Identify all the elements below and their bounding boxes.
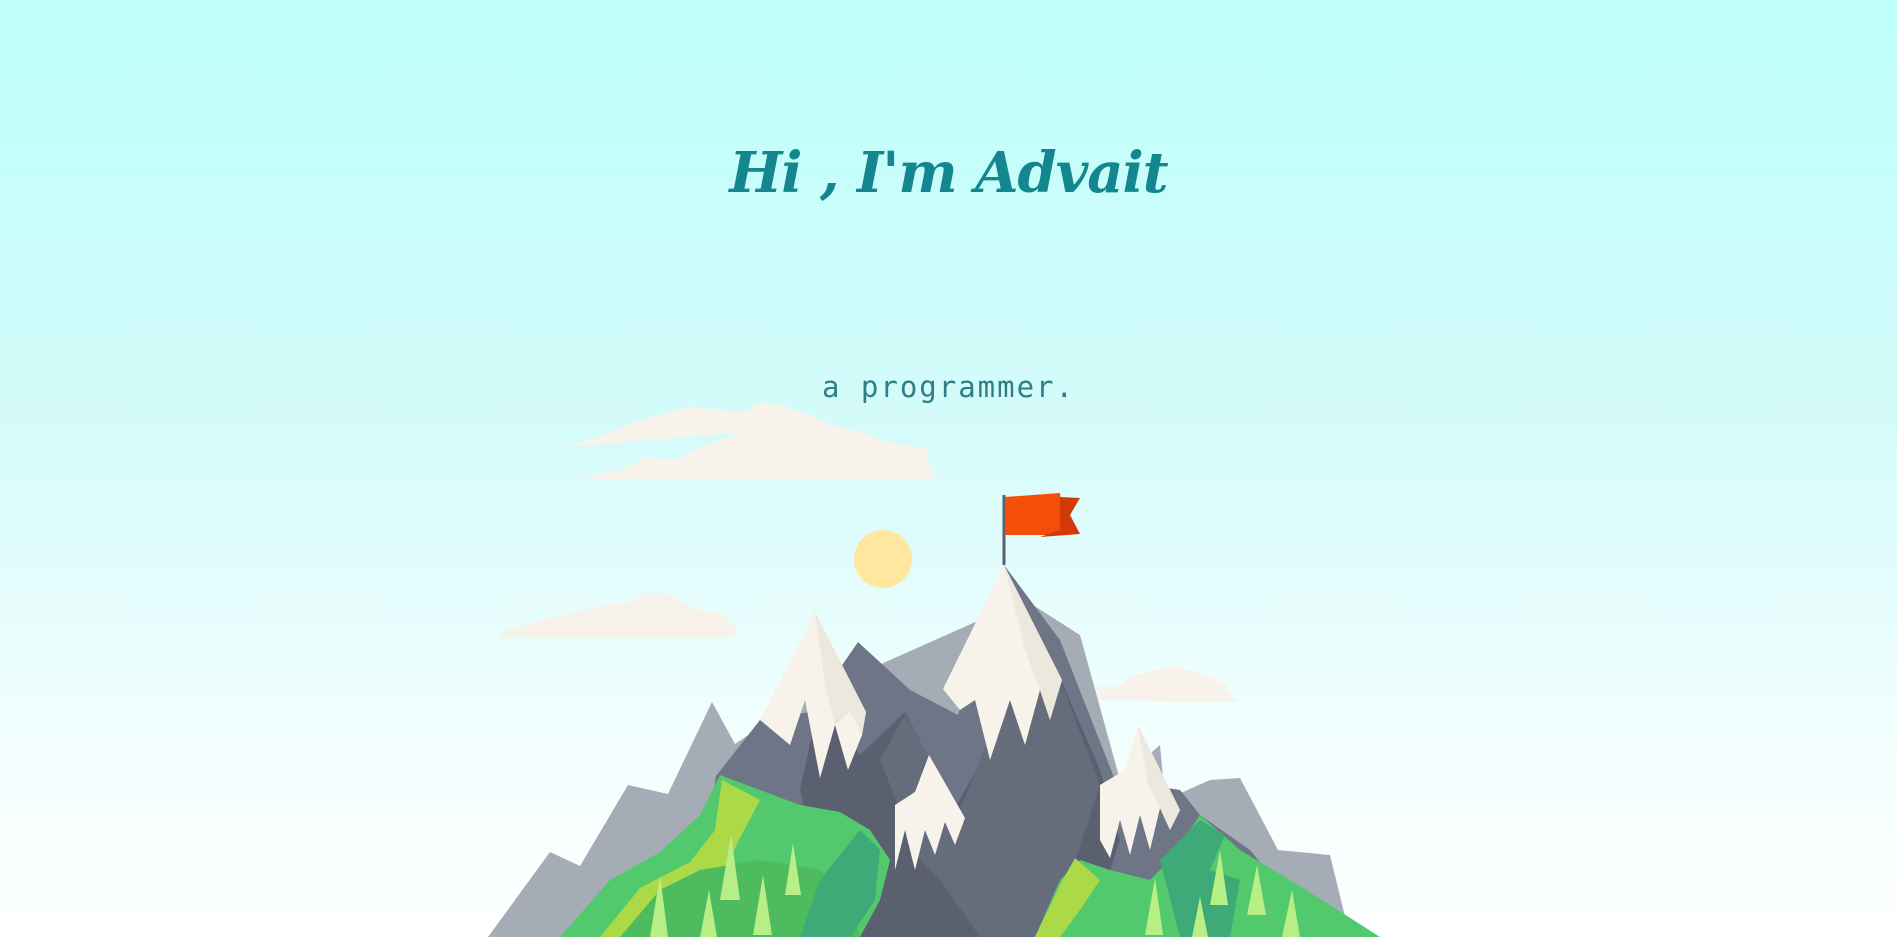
hero-section: Hi , I'm Advait a programmer. <box>0 0 1897 937</box>
sun-icon <box>854 530 912 588</box>
mountain-illustration <box>488 402 1380 937</box>
cloud-icon <box>500 592 735 638</box>
flag-icon <box>1005 493 1065 535</box>
cloud-icon <box>565 402 935 480</box>
